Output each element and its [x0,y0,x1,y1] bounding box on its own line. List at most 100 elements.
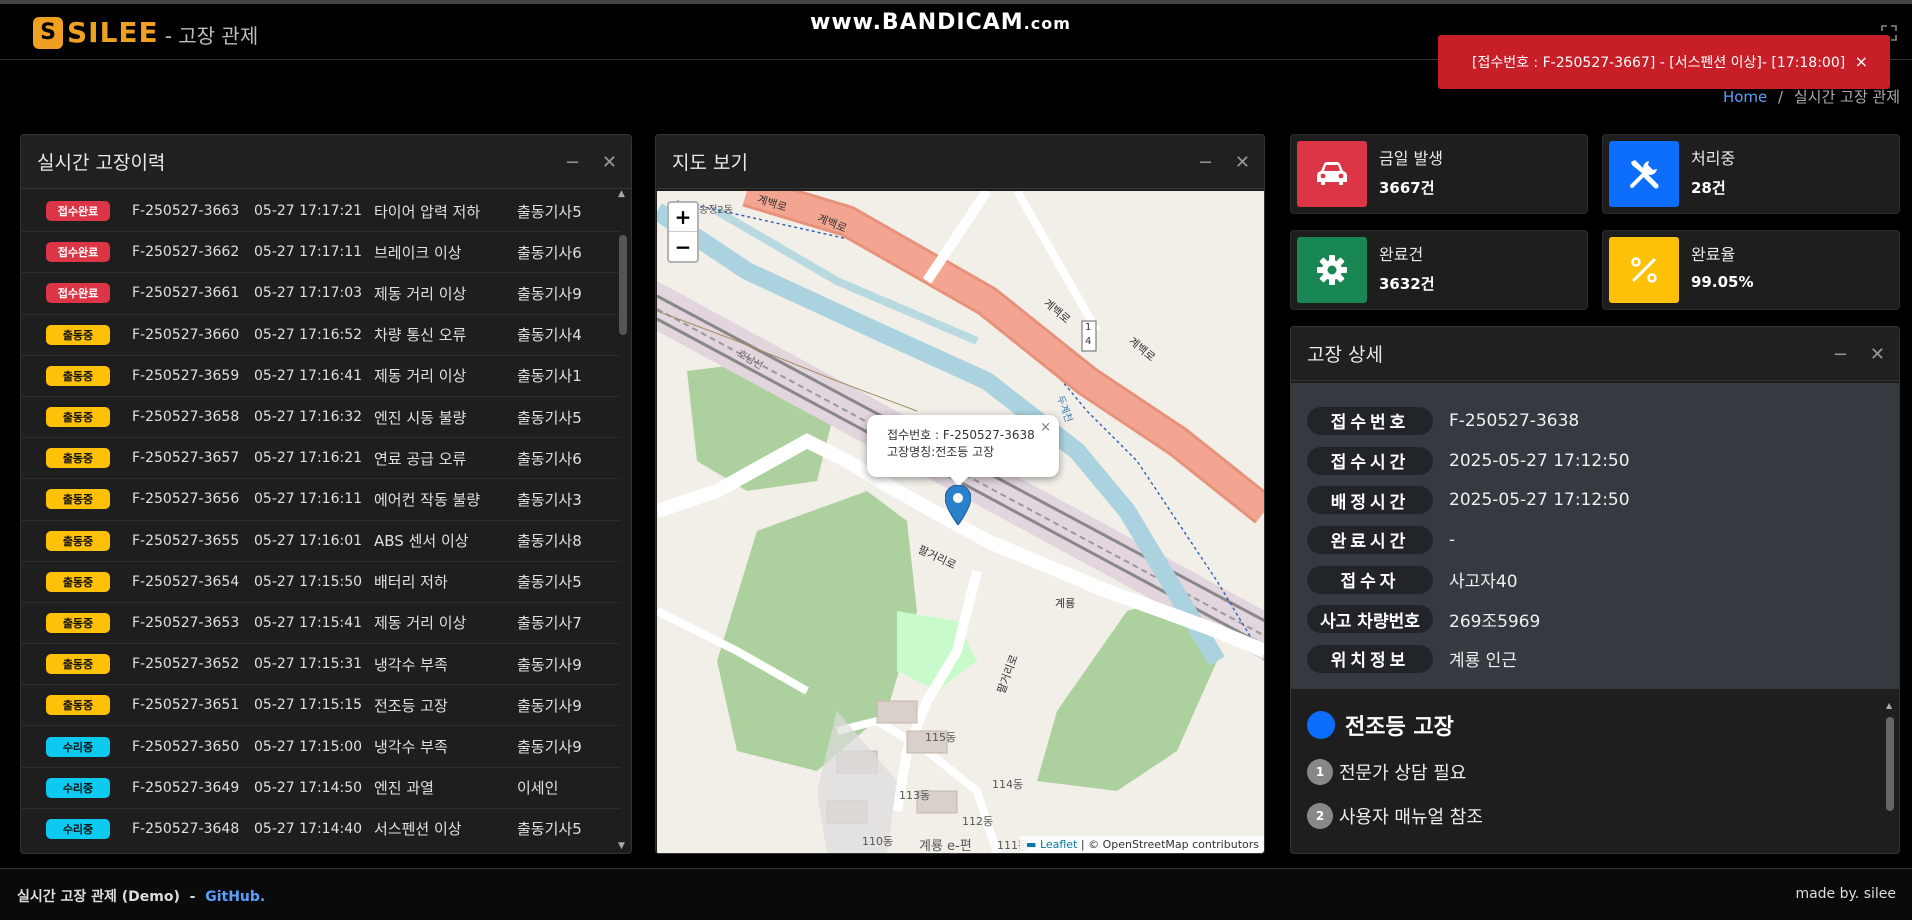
history-row[interactable]: 수리중 F-250527-3650 05-27 17:15:00 냉각수 부족 출동기사… [21,726,621,768]
route-number: 1 [1085,322,1092,333]
history-row[interactable]: 접수완료 F-250527-3661 05-27 17:17:03 제동 거리 이상 출… [21,273,621,315]
receipt-time: 05-27 17:17:03 [254,285,363,302]
step-text: 전문가 상담 필요 [1339,763,1467,784]
minimize-icon[interactable]: − [565,152,580,173]
detail-row: 접수시간 2025-05-27 17:12:50 [1291,441,1899,481]
receipt-time: 05-27 17:15:41 [254,614,363,631]
status-badge: 출동중 [46,407,110,428]
detail-row: 완료시간 - [1291,520,1899,560]
close-icon[interactable]: ✕ [1870,344,1885,365]
history-list: 접수완료 F-250527-3663 05-27 17:17:21 타이어 압력 저하… [21,191,621,849]
receipt-time: 05-27 17:15:50 [254,573,363,590]
stat-today-occurrences: 금일 발생 3667건 [1290,134,1588,214]
detail-label: 완료시간 [1307,525,1433,554]
detail-value: 269조5969 [1449,611,1541,632]
scroll-up-icon[interactable]: ▲ [1886,701,1892,710]
step-number: 2 [1307,803,1333,829]
fault-description: 전조등 고장 [374,696,448,715]
assigned-engineer: 출동기사5 [517,202,582,221]
status-badge: 출동중 [46,365,110,386]
guide-step: 2 사용자 매뉴얼 참조 [1307,803,1899,829]
stat-label: 완료율 [1691,245,1736,264]
history-row[interactable]: 출동중 F-250527-3653 05-27 17:15:41 제동 거리 이상 출동… [21,603,621,645]
guide-scrollbar[interactable]: ▲ [1885,701,1895,849]
history-row[interactable]: 접수완료 F-250527-3662 05-27 17:17:11 브레이크 이상 출동… [21,232,621,274]
status-badge: 출동중 [46,489,110,510]
history-row[interactable]: 수리중 F-250527-3649 05-27 17:14:50 엔진 과열 이세인 [21,768,621,809]
fault-description: 연료 공급 오류 [374,449,467,468]
breadcrumb: Home / 실시간 고장 관제 [1723,86,1900,107]
breadcrumb-separator: / [1778,88,1784,106]
map-marker-icon[interactable] [945,485,971,525]
detail-fields: 접수번호 F-250527-3638 접수시간 2025-05-27 17:12:50… [1291,383,1899,689]
scroll-thumb[interactable] [1886,717,1894,811]
map-panel-title: 지도 보기 [672,152,748,174]
leaflet-link[interactable]: ▬ Leaflet [1026,838,1077,851]
close-icon[interactable]: ✕ [602,152,617,173]
guide-step: 1 전문가 상담 필요 [1307,759,1899,785]
assigned-engineer: 출동기사3 [517,490,582,509]
assigned-engineer: 이세인 [517,779,559,798]
status-badge: 수리중 [46,736,110,757]
assigned-engineer: 출동기사5 [517,408,582,427]
assigned-engineer: 출동기사7 [517,614,582,633]
scroll-thumb[interactable] [619,235,627,335]
detail-row: 접수자 사고자40 [1291,560,1899,600]
detail-row: 접수번호 F-250527-3638 [1291,401,1899,441]
map-view[interactable]: 송정2동 계백로 계백로 계백로 계백로 1 4 호남선 두계천 팔거리로 계룡… [657,191,1264,853]
scroll-up-icon[interactable]: ▲ [618,189,625,199]
receipt-number: F-250527-3662 [132,244,240,261]
receipt-time: 05-27 17:17:21 [254,203,363,220]
receipt-time: 05-27 17:14:40 [254,820,363,837]
toast-close-button[interactable]: × [1855,52,1868,71]
gear-icon [1297,237,1367,303]
status-badge: 수리중 [46,818,110,839]
history-row[interactable]: 출동중 F-250527-3656 05-27 17:16:11 에어컨 작동 불량 출… [21,479,621,521]
close-icon[interactable]: ✕ [1235,152,1250,173]
history-row[interactable]: 출동중 F-250527-3659 05-27 17:16:41 제동 거리 이상 출동… [21,356,621,397]
zoom-in-button[interactable]: + [669,203,697,232]
receipt-number: F-250527-3651 [132,697,240,714]
footer-left: 실시간 고장 관제 (Demo) - GitHub. [17,889,266,905]
scroll-down-icon[interactable]: ▼ [618,841,625,851]
minimize-icon[interactable]: − [1833,344,1848,365]
popup-close-button[interactable]: × [1040,419,1051,436]
car-icon [1297,141,1367,207]
assigned-engineer: 출동기사9 [517,738,582,757]
status-dot-icon [1307,711,1335,739]
breadcrumb-home-link[interactable]: Home [1723,88,1767,106]
history-row[interactable]: 접수완료 F-250527-3663 05-27 17:17:21 타이어 압력 저하… [21,191,621,233]
map-label: 113동 [899,789,931,802]
history-row[interactable]: 출동중 F-250527-3654 05-27 17:15:50 배터리 저하 출동기사… [21,562,621,603]
detail-label: 접수번호 [1307,406,1433,435]
history-row[interactable]: 출동중 F-250527-3660 05-27 17:16:52 차량 통신 오류 출동… [21,315,621,356]
notification-toast[interactable]: [접수번호 : F-250527-3667] - [서스펜션 이상]- [17:… [1438,35,1890,89]
github-link[interactable]: GitHub. [205,889,265,905]
assigned-engineer: 출동기사6 [517,449,582,468]
history-row[interactable]: 출동중 F-250527-3658 05-27 17:16:32 엔진 시동 불량 출동… [21,397,621,439]
popup-fault-name: 고장명칭:전조등 고장 [887,445,995,459]
status-badge: 수리중 [46,777,110,798]
history-row[interactable]: 출동중 F-250527-3651 05-27 17:15:15 전조등 고장 출동기사… [21,685,621,727]
breadcrumb-current: 실시간 고장 관제 [1793,88,1900,106]
tools-icon [1609,141,1679,207]
history-row[interactable]: 출동중 F-250527-3657 05-27 17:16:21 연료 공급 오류 출동… [21,438,621,480]
receipt-number: F-250527-3654 [132,573,240,590]
history-scrollbar[interactable]: ▲ ▼ [618,189,627,851]
status-badge: 출동중 [46,654,110,675]
fault-description: 제동 거리 이상 [374,614,467,633]
fault-description: 타이어 압력 저하 [374,202,481,221]
history-row[interactable]: 출동중 F-250527-3652 05-27 17:15:31 냉각수 부족 출동기사… [21,644,621,686]
receipt-number: F-250527-3657 [132,450,240,467]
assigned-engineer: 출동기사9 [517,696,582,715]
logo[interactable]: S SILEE - 고장 관제 [33,16,258,49]
detail-row: 위치정보 계룡 인근 [1291,639,1899,679]
zoom-out-button[interactable]: − [669,232,697,261]
brand-name: SILEE [67,16,159,49]
logo-mark: S [33,16,63,49]
history-row[interactable]: 수리중 F-250527-3648 05-27 17:14:40 서스펜션 이상 출동기… [21,809,621,849]
fault-description: 제동 거리 이상 [374,367,467,386]
minimize-icon[interactable]: − [1198,152,1213,173]
status-badge: 접수완료 [46,201,110,222]
history-row[interactable]: 출동중 F-250527-3655 05-27 17:16:01 ABS 센서 이상 출… [21,521,621,562]
